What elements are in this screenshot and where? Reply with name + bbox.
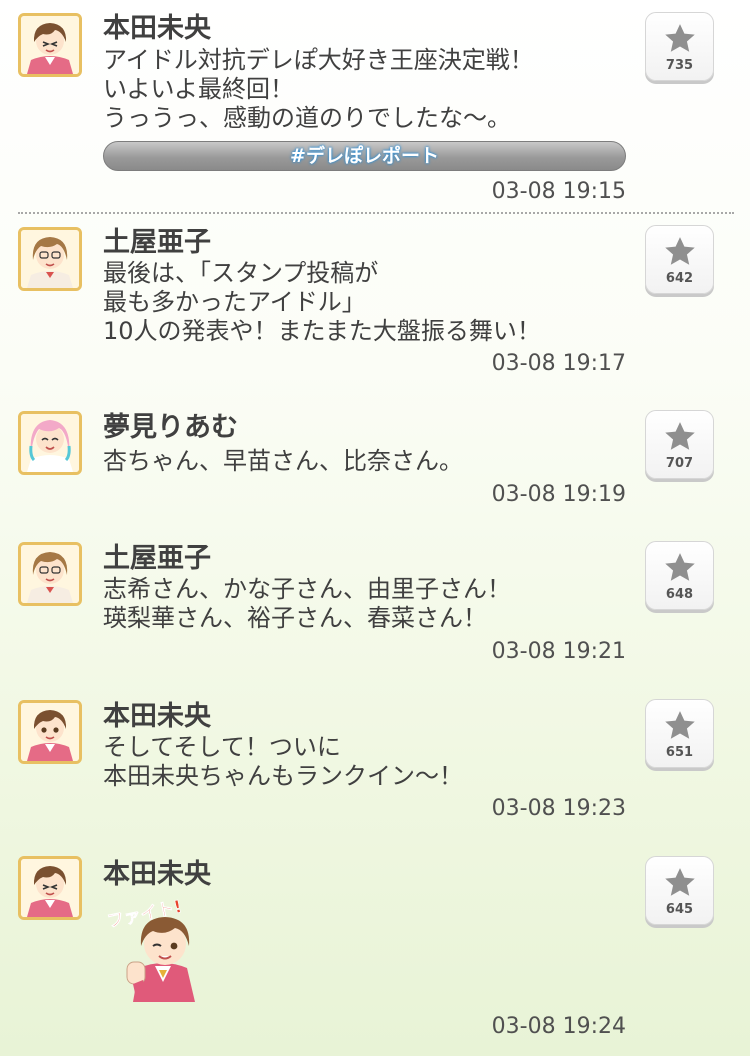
star-icon (665, 422, 695, 450)
mio-honda-avatar-icon[interactable] (18, 856, 82, 920)
like-button[interactable]: 645 (645, 856, 714, 925)
mio-honda-avatar-icon[interactable] (18, 13, 82, 77)
like-count: 648 (665, 587, 694, 602)
ako-tsuchiya-avatar-icon[interactable] (18, 227, 82, 291)
like-count: 642 (665, 271, 694, 286)
post-timestamp: 03-08 19:17 (491, 351, 626, 376)
post-timestamp: 03-08 19:23 (491, 796, 626, 821)
star-icon (665, 868, 695, 896)
like-count: 735 (665, 58, 694, 73)
post-author-name[interactable]: 夢見りあむ (103, 405, 238, 444)
post-message: 志希さん、かな子さん、由里子さん！ 瑛梨華さん、裕子さん、春菜さん！ (103, 575, 511, 632)
post-feed: 本田未央 アイドル対抗デレぽ大好き王座決定戦！ いよいよ最終回！ うっうっ、感動… (0, 0, 750, 1056)
like-count: 651 (665, 745, 694, 760)
star-icon (665, 553, 695, 581)
post-author-name[interactable]: 本田未央 (103, 6, 211, 45)
thread-divider (18, 212, 734, 214)
like-count: 707 (665, 456, 694, 471)
hashtag-label: #デレぽレポート (290, 145, 439, 167)
riamu-yumemi-avatar-icon[interactable] (18, 411, 82, 475)
post-message: 杏ちゃん、早苗さん、比奈さん。 (103, 447, 463, 475)
post-timestamp: 03-08 19:24 (491, 1014, 626, 1039)
post-author-name[interactable]: 土屋亜子 (103, 536, 211, 575)
post-message: 最後は、「スタンプ投稿が 最も多かったアイドル」 10人の発表や！またまた大盤振… (103, 259, 541, 345)
like-button[interactable]: 642 (645, 225, 714, 294)
like-button[interactable]: 735 (645, 12, 714, 81)
star-icon (665, 711, 695, 739)
star-icon (665, 24, 695, 52)
post-message: そしてそして！ついに 本田未央ちゃんもランクイン〜！ (103, 733, 463, 790)
post-timestamp: 03-08 19:15 (491, 179, 626, 204)
post-author-name[interactable]: 土屋亜子 (103, 220, 211, 259)
post-timestamp: 03-08 19:19 (491, 482, 626, 507)
ako-tsuchiya-avatar-icon[interactable] (18, 542, 82, 606)
hashtag-button[interactable]: #デレぽレポート (103, 141, 626, 171)
star-icon (665, 237, 695, 265)
like-button[interactable]: 707 (645, 410, 714, 479)
fight-sticker-image[interactable]: ファイト! (103, 896, 215, 1002)
post-author-name[interactable]: 本田未央 (103, 852, 211, 891)
post-message: アイドル対抗デレぽ大好き王座決定戦！ いよいよ最終回！ うっうっ、感動の道のりで… (103, 46, 534, 132)
like-button[interactable]: 651 (645, 699, 714, 768)
like-count: 645 (665, 902, 694, 917)
mio-honda-avatar-icon[interactable] (18, 700, 82, 764)
like-button[interactable]: 648 (645, 541, 714, 610)
post-author-name[interactable]: 本田未央 (103, 694, 211, 733)
post-timestamp: 03-08 19:21 (491, 639, 626, 664)
